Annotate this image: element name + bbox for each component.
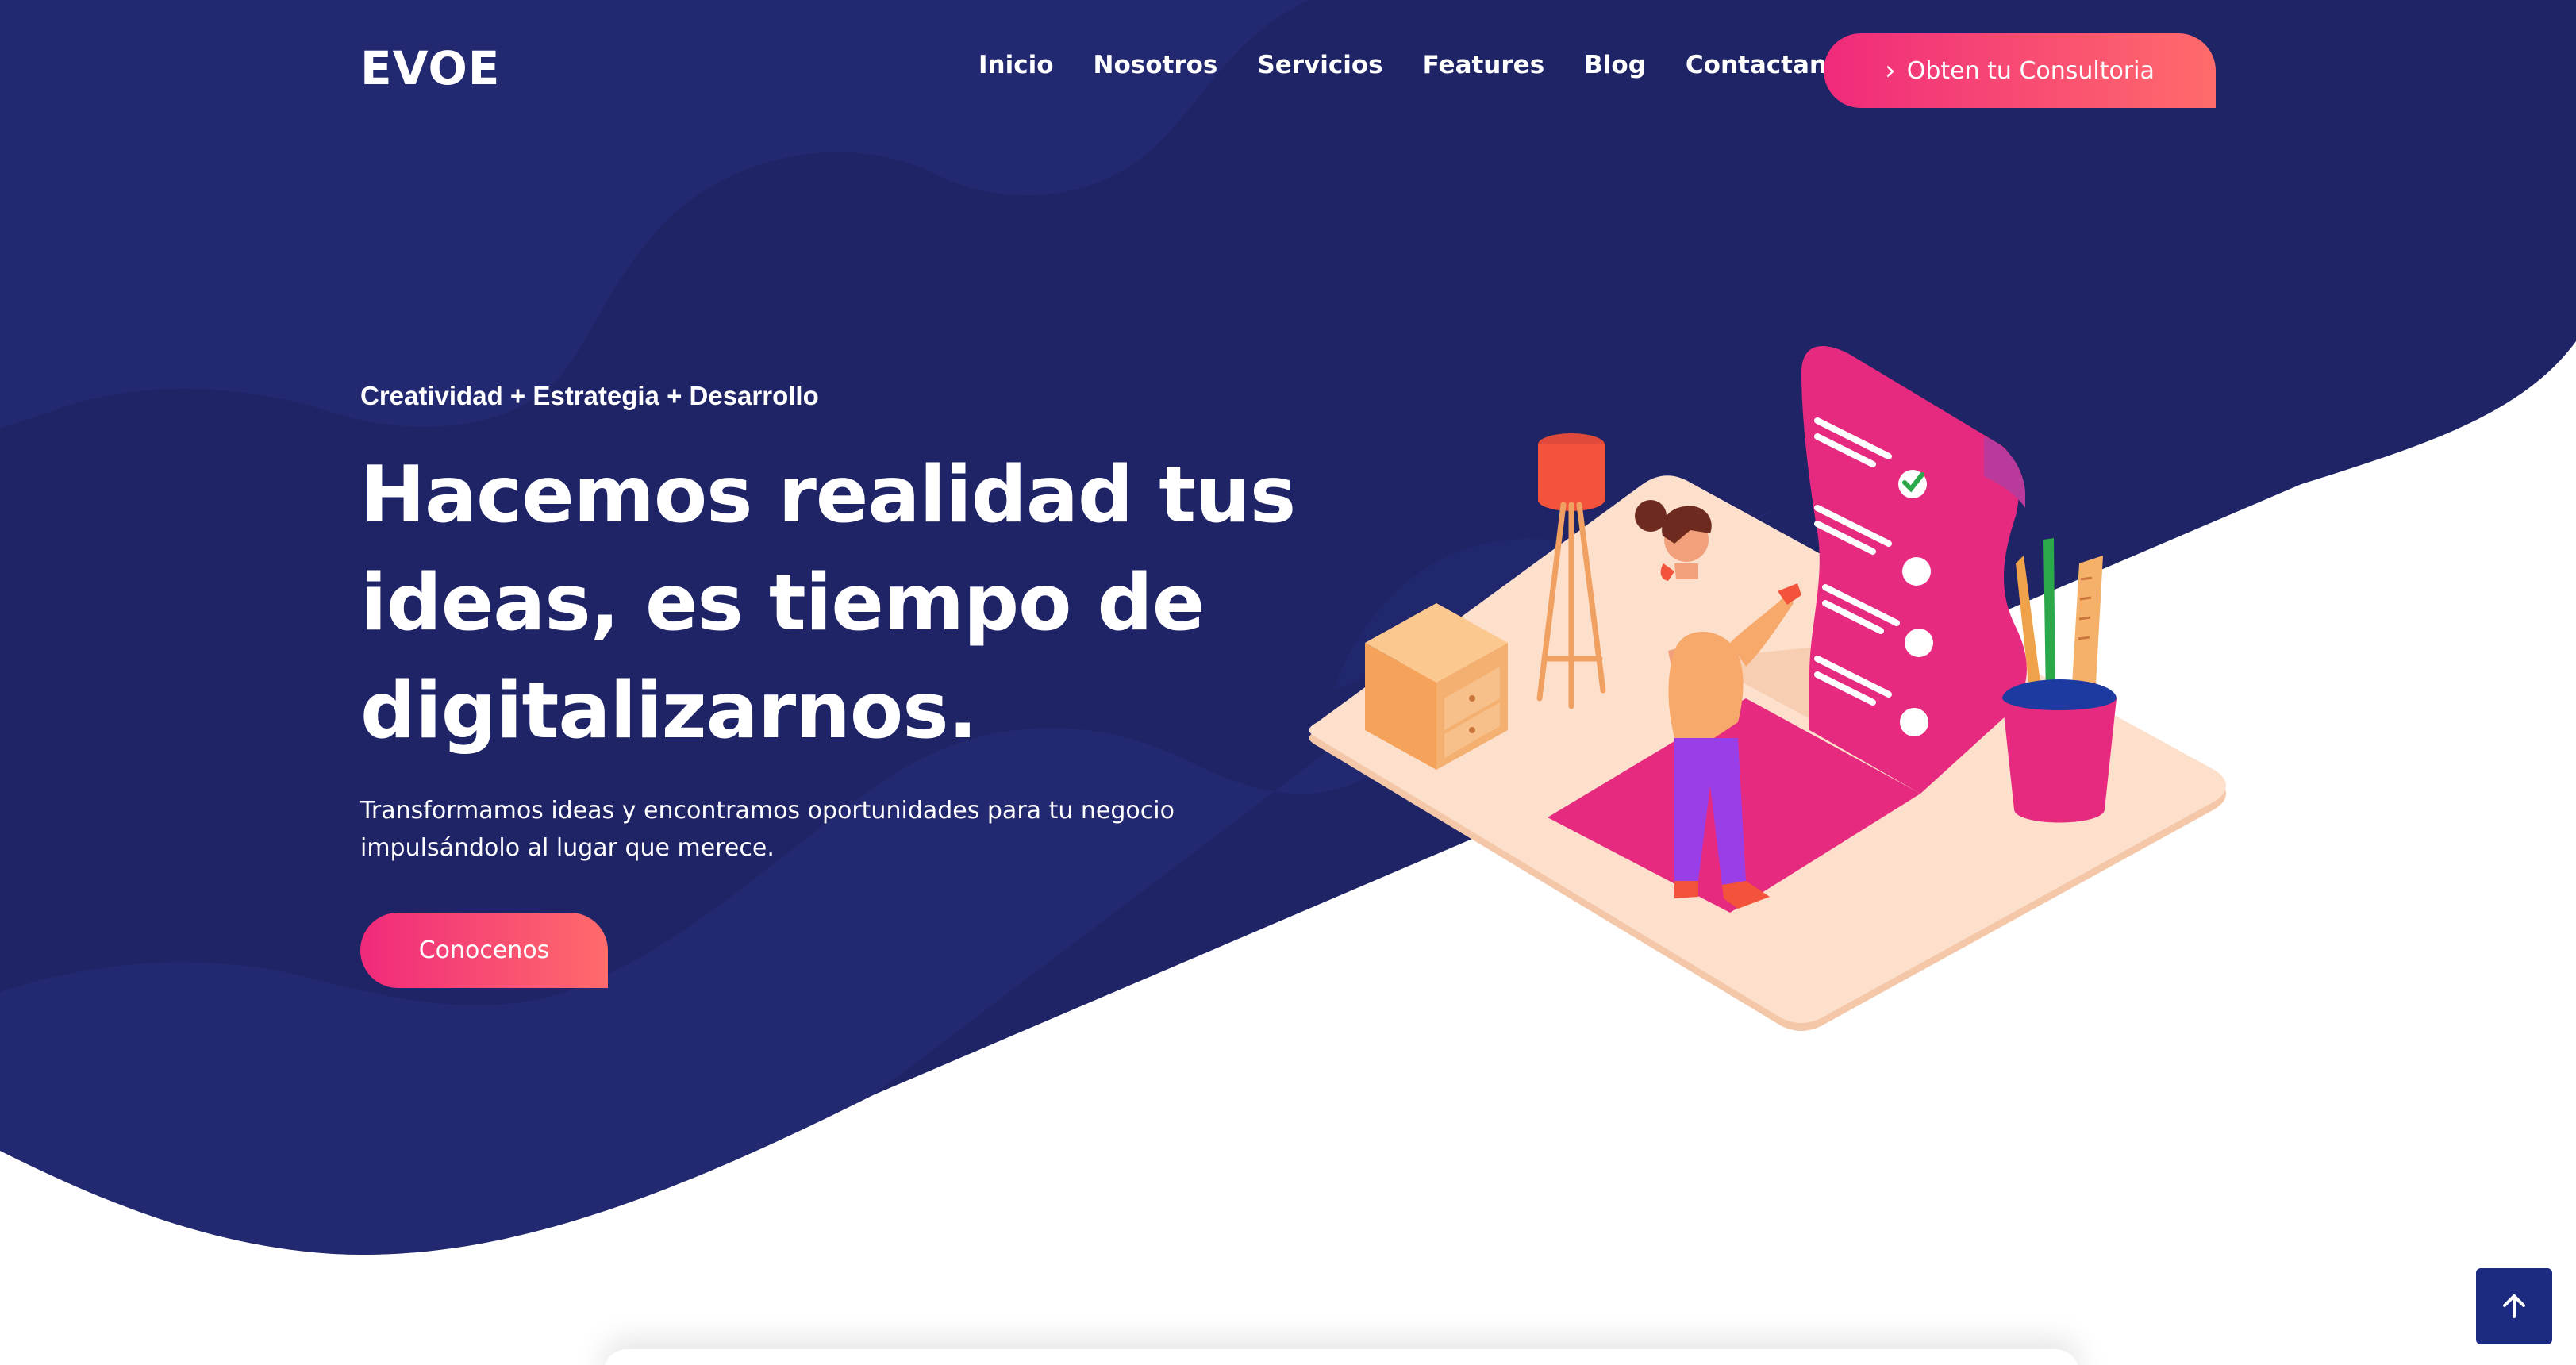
- nav-link-inicio[interactable]: Inicio: [978, 51, 1054, 79]
- content-card-edge: [603, 1349, 2079, 1365]
- landing-page: EVOE Inicio Nosotros Servicios Features …: [0, 0, 2576, 1365]
- nav-link-features[interactable]: Features: [1423, 51, 1545, 79]
- nav-link-nosotros[interactable]: Nosotros: [1094, 51, 1218, 79]
- conocenos-button[interactable]: Conocenos: [360, 913, 608, 988]
- headline-line-3: digitalizarnos.: [360, 666, 978, 756]
- checklist-scroll: [1801, 346, 2027, 794]
- nav-link-blog[interactable]: Blog: [1584, 51, 1646, 79]
- nav-links: Inicio Nosotros Servicios Features Blog …: [978, 51, 1859, 79]
- scroll-to-top-button[interactable]: [2476, 1268, 2552, 1344]
- hero-illustration: [1309, 346, 2226, 1031]
- arrow-up-icon: [2503, 1294, 2525, 1318]
- headline-line-1: Hacemos realidad tus: [360, 450, 1296, 540]
- site-logo[interactable]: EVOE: [360, 41, 500, 95]
- subtext-line-2: impulsándolo al lugar que merece.: [360, 834, 775, 862]
- hero-subtext: Transformamos ideas y encontramos oportu…: [360, 792, 1273, 867]
- hero-headline: Hacemos realidad tus ideas, es tiempo de…: [360, 441, 1313, 765]
- consultation-button[interactable]: › Obten tu Consultoria: [1824, 33, 2216, 108]
- subtext-line-1: Transformamos ideas y encontramos oportu…: [360, 797, 1175, 825]
- nav-link-servicios[interactable]: Servicios: [1257, 51, 1382, 79]
- consultation-button-label: Obten tu Consultoria: [1906, 56, 2155, 85]
- headline-line-2: ideas, es tiempo de: [360, 558, 1205, 648]
- top-navigation: EVOE Inicio Nosotros Servicios Features …: [0, 0, 2576, 143]
- chevron-right-icon: ›: [1885, 55, 1896, 87]
- hero-tagline: Creatividad + Estrategia + Desarrollo: [360, 381, 819, 410]
